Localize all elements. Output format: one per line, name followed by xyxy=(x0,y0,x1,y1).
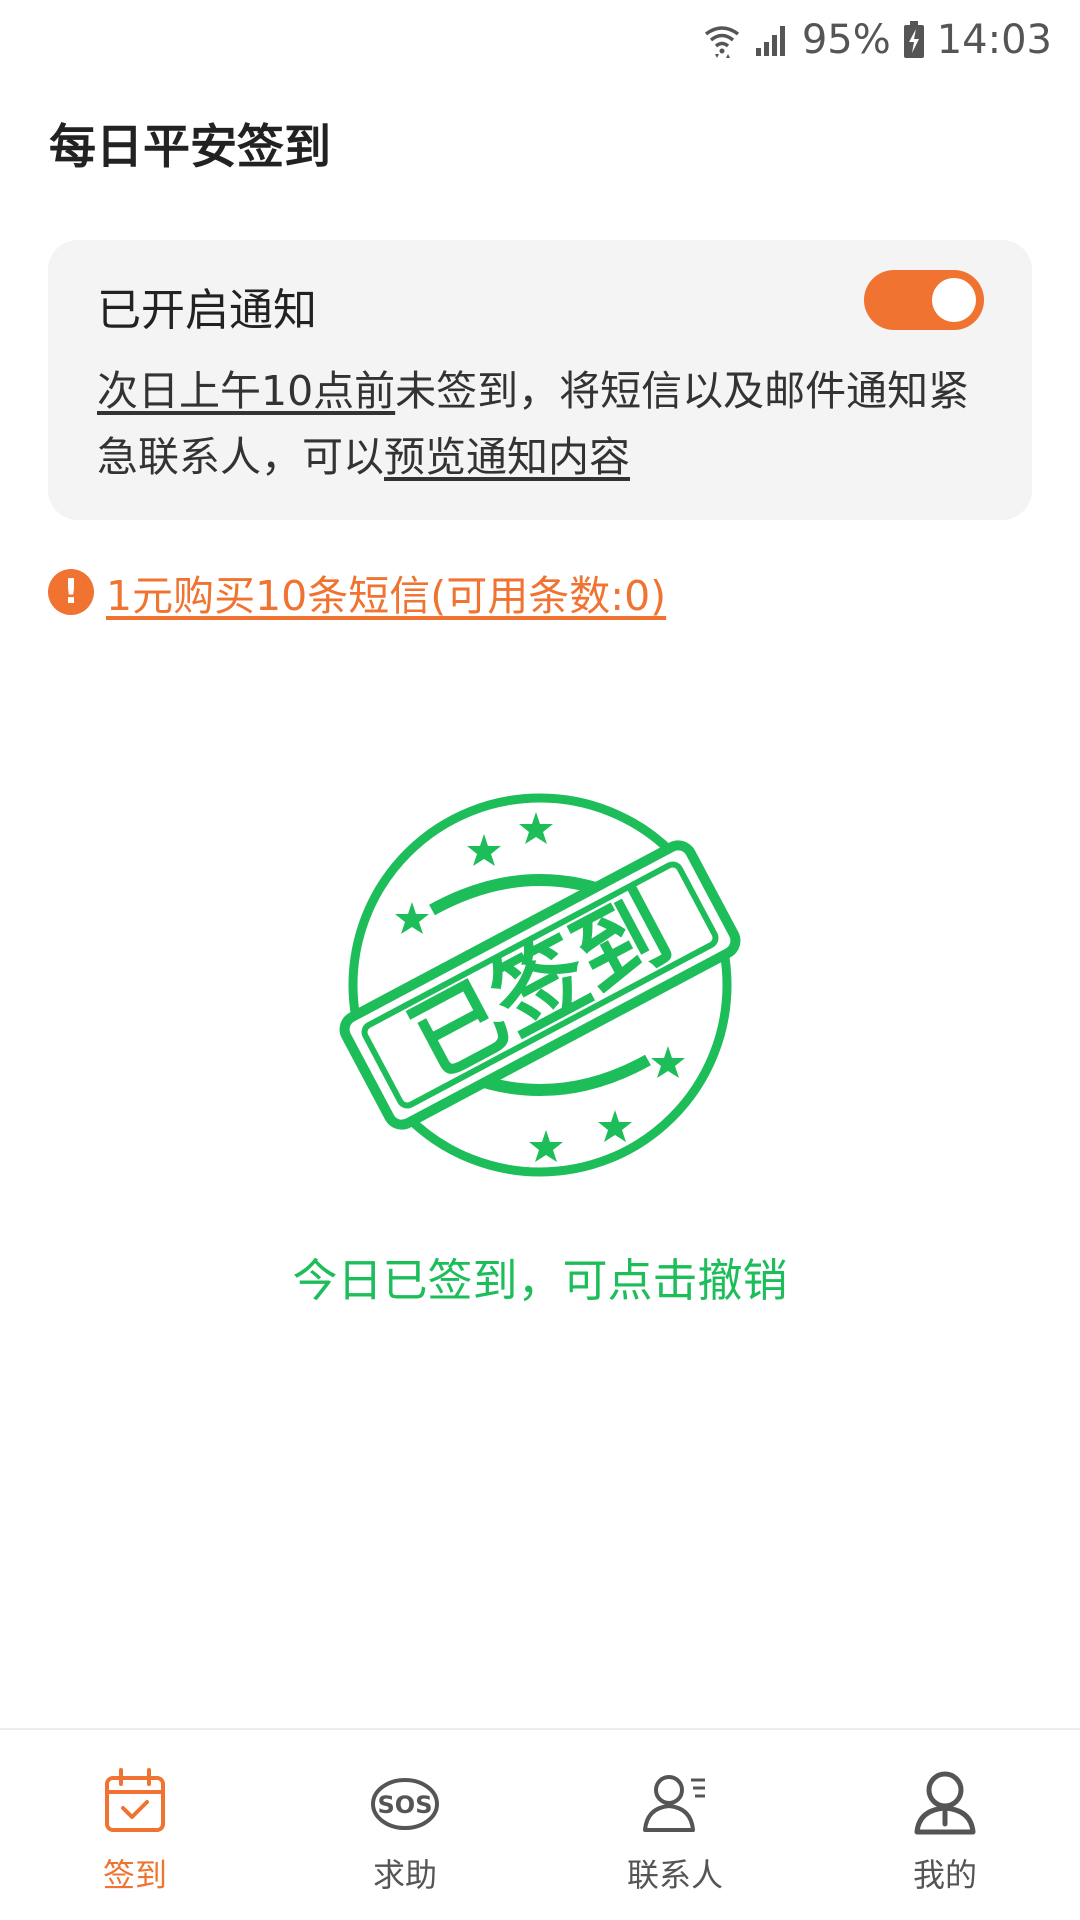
nav-label-checkin: 签到 xyxy=(102,1856,167,1894)
checked-in-stamp[interactable]: 已签到 xyxy=(320,790,760,1190)
person-icon xyxy=(914,1771,976,1835)
notification-status-label: 已开启通知 xyxy=(97,285,317,336)
contacts-icon xyxy=(643,1775,705,1832)
preview-notification-link[interactable]: 预览通知内容 xyxy=(384,433,630,481)
nav-tab-contacts[interactable]: 联系人 xyxy=(540,1730,810,1920)
notification-toggle[interactable] xyxy=(864,270,984,330)
clock: 14:03 xyxy=(936,17,1052,63)
sos-icon: SOS xyxy=(371,1778,439,1830)
checkin-status-text[interactable]: 今日已签到，可点击撤销 xyxy=(0,1244,1080,1309)
bottom-navigation: 签到 SOS 求助 联系人 我的 xyxy=(0,1728,1080,1920)
nav-tab-help[interactable]: SOS 求助 xyxy=(270,1730,540,1920)
status-bar: 95% 14:03 xyxy=(0,0,1080,80)
toggle-knob xyxy=(932,278,976,322)
deadline-time-link[interactable]: 次日上午10点前 xyxy=(97,367,395,415)
calendar-check-icon xyxy=(105,1768,165,1832)
screen: 95% 14:03 每日平安签到 已开启通知 次日上午10点前未签到，将短信以及… xyxy=(0,0,1080,1920)
nav-tab-checkin[interactable]: 签到 xyxy=(0,1730,270,1920)
nav-label-help: 求助 xyxy=(372,1856,437,1894)
warning-icon: ! xyxy=(48,569,94,615)
page-title: 每日平安签到 xyxy=(49,120,331,175)
battery-percent: 95% xyxy=(801,17,891,63)
buy-sms-link[interactable]: 1元购买10条短信(可用条数:0) xyxy=(106,562,666,622)
svg-text:SOS: SOS xyxy=(378,1791,433,1819)
notification-card: 已开启通知 次日上午10点前未签到，将短信以及邮件通知紧急联系人，可以预览通知内… xyxy=(48,240,1032,520)
signal-icon xyxy=(754,22,790,58)
sms-purchase-row: ! 1元购买10条短信(可用条数:0) xyxy=(48,562,666,622)
notification-description: 次日上午10点前未签到，将短信以及邮件通知紧急联系人，可以预览通知内容 xyxy=(97,358,997,490)
nav-tab-me[interactable]: 我的 xyxy=(810,1730,1080,1920)
battery-charging-icon xyxy=(903,21,925,59)
wifi-icon xyxy=(702,20,742,60)
nav-label-me: 我的 xyxy=(912,1856,977,1894)
nav-label-contacts: 联系人 xyxy=(626,1856,723,1894)
